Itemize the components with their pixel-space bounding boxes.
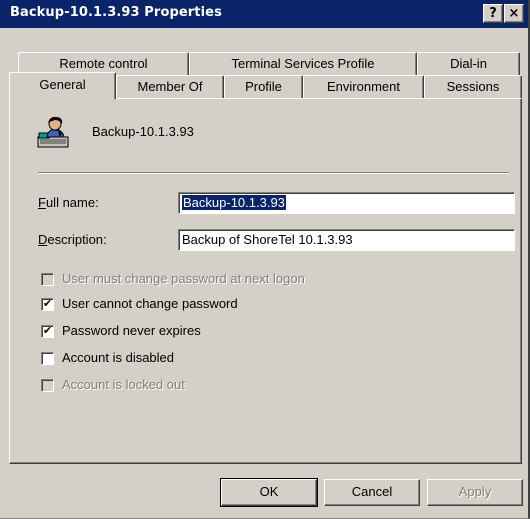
must-change-password-checkbox[interactable] (41, 273, 54, 286)
cancel-button[interactable]: Cancel (324, 479, 420, 506)
tab-sessions[interactable]: Sessions (424, 75, 522, 99)
description-label-mnemonic: D (38, 232, 48, 247)
must-change-password-label: User must change password at next logon (62, 271, 305, 286)
full-name-selected-text: Backup-10.1.3.93 (182, 195, 286, 210)
account-locked-out-label: Account is locked out (62, 377, 185, 392)
description-label: Description: (38, 232, 107, 247)
help-button[interactable]: ? (483, 4, 503, 23)
description-field[interactable]: Backup of ShoreTel 10.1.3.93 (178, 229, 515, 251)
apply-button[interactable]: Apply (427, 479, 523, 506)
cannot-change-password-checkbox[interactable]: ✔ (41, 298, 54, 311)
window-title: Backup-10.1.3.93 Properties (10, 5, 222, 20)
tab-terminal-services-profile[interactable]: Terminal Services Profile (189, 52, 417, 76)
header-separator (38, 172, 509, 174)
properties-dialog: Backup-10.1.3.93 Properties ? × Remote c… (0, 0, 530, 519)
account-disabled-checkbox[interactable] (41, 352, 54, 365)
tab-general[interactable]: General (9, 72, 116, 99)
full-name-label: Full name: (38, 195, 99, 210)
cannot-change-password-label: User cannot change password (62, 296, 238, 311)
full-name-label-mnemonic: F (38, 195, 46, 210)
full-name-label-text: ull name: (45, 195, 99, 210)
title-bar[interactable]: Backup-10.1.3.93 Properties ? × (0, 0, 528, 28)
tab-environment[interactable]: Environment (303, 75, 424, 99)
close-button[interactable]: × (504, 4, 524, 23)
full-name-field[interactable]: Backup-10.1.3.93 (178, 192, 515, 214)
password-never-expires-label: Password never expires (62, 323, 201, 338)
account-name-label: Backup-10.1.3.93 (92, 124, 194, 139)
description-label-text: escription: (47, 232, 107, 247)
general-tab-panel: Backup-10.1.3.93 Full name: Backup-10.1.… (9, 98, 522, 464)
tab-member-of[interactable]: Member Of (116, 75, 224, 99)
password-never-expires-checkbox[interactable]: ✔ (41, 325, 54, 338)
account-locked-out-checkbox[interactable] (41, 379, 54, 392)
ok-button[interactable]: OK (220, 478, 318, 507)
tab-profile[interactable]: Profile (224, 75, 303, 99)
user-account-icon (37, 116, 69, 148)
account-disabled-label: Account is disabled (62, 350, 175, 365)
tab-dial-in[interactable]: Dial-in (417, 52, 520, 76)
